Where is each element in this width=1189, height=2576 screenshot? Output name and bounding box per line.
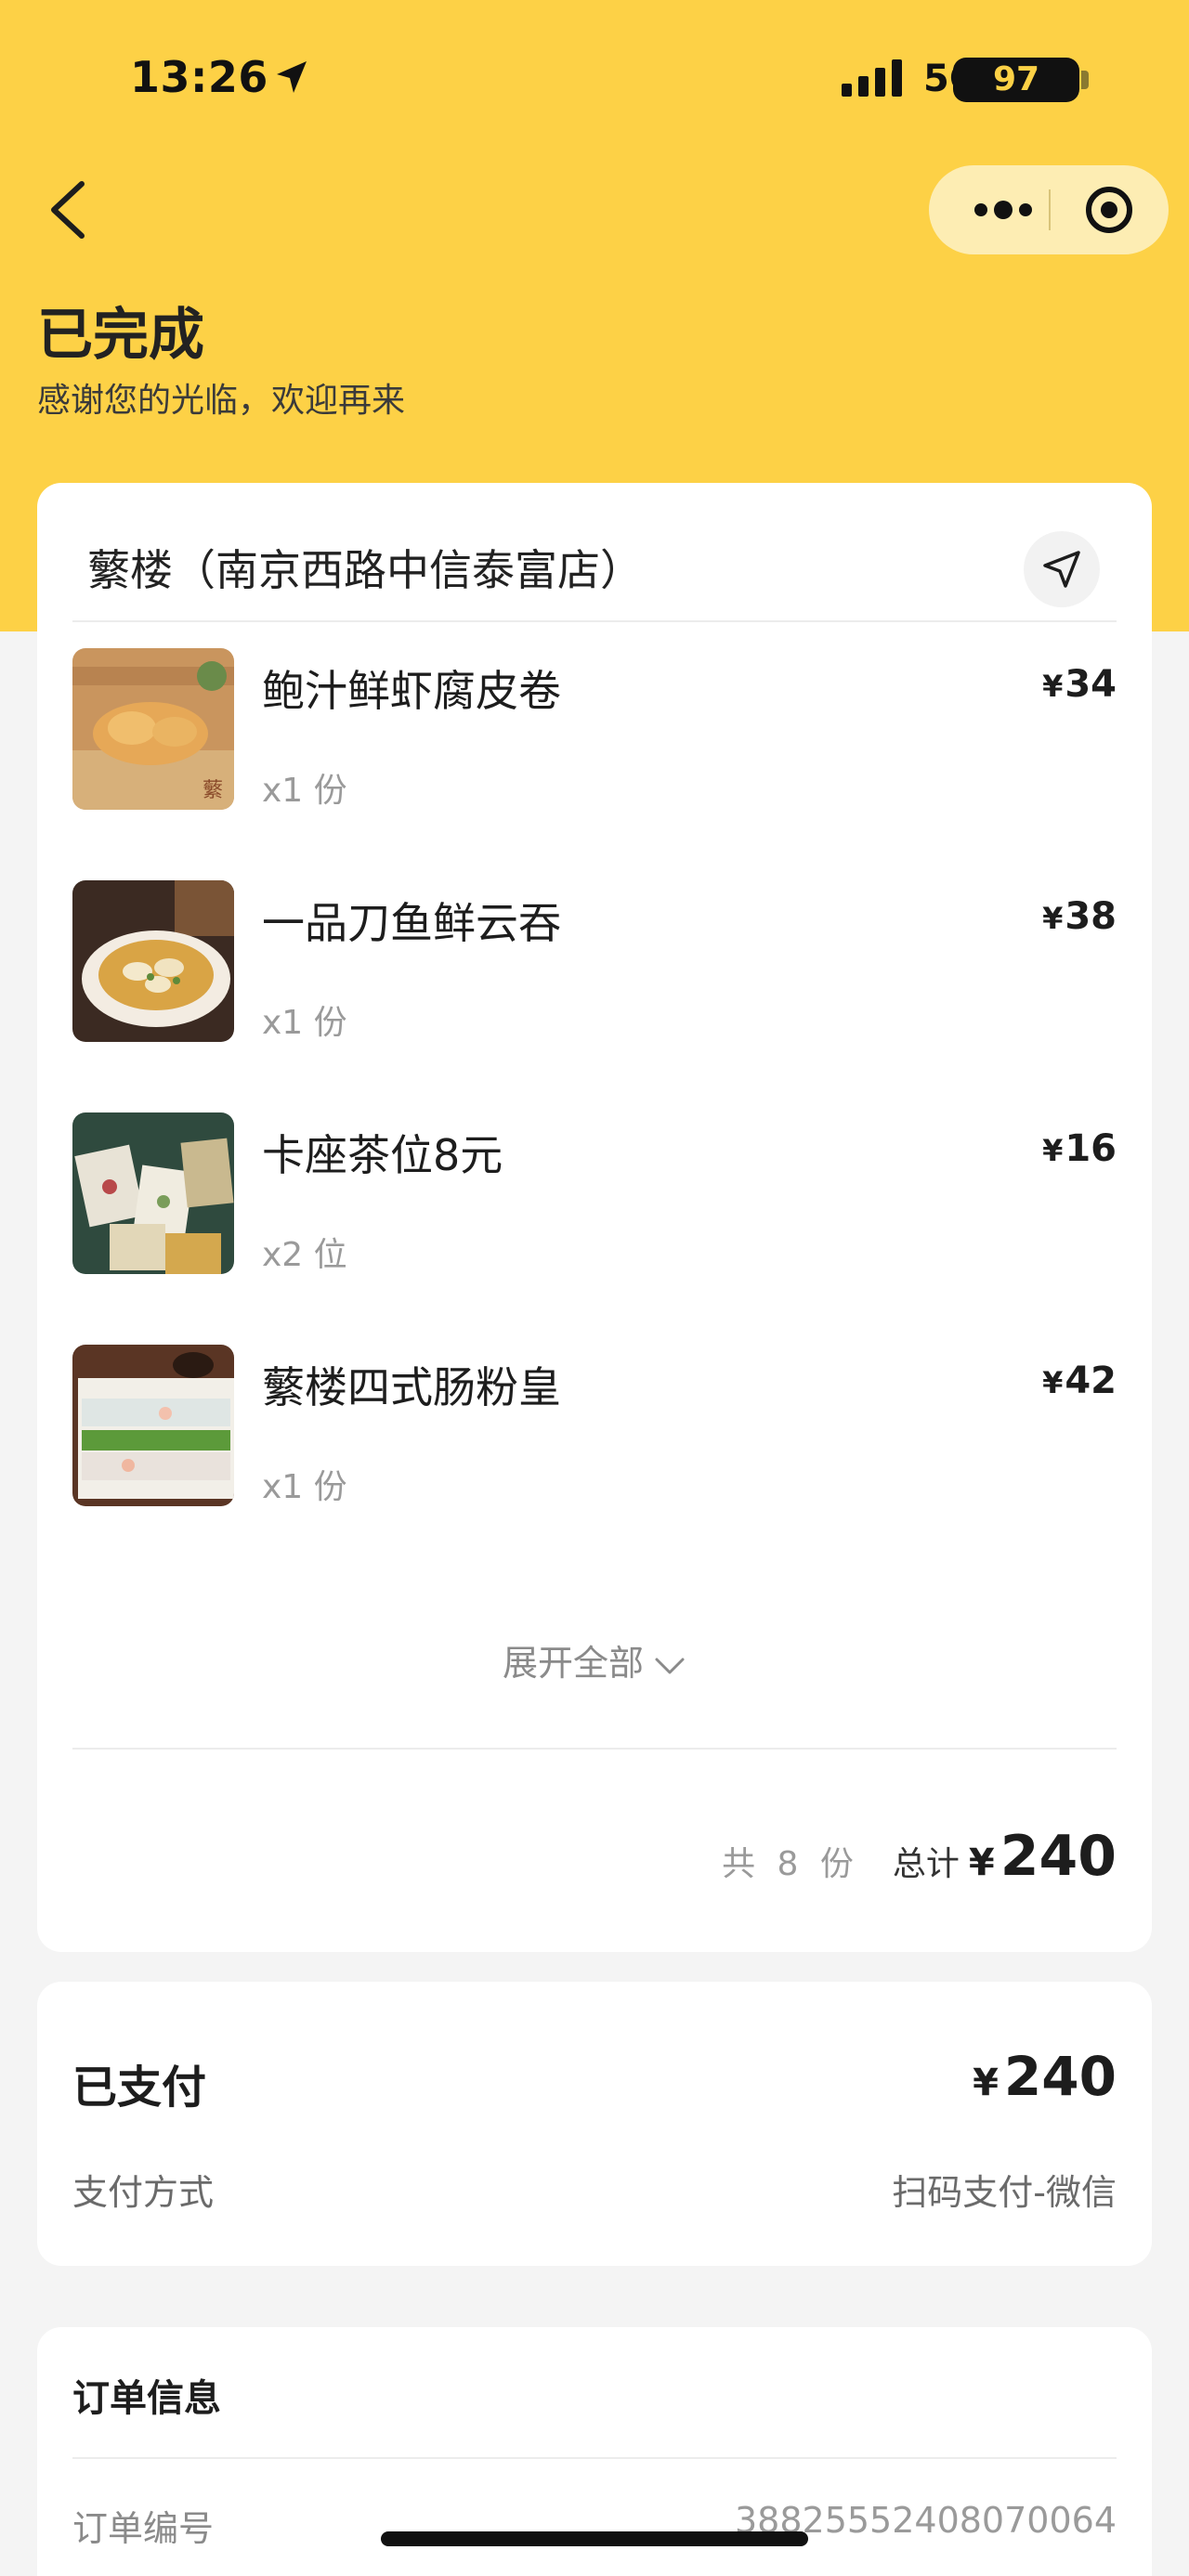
currency-symbol: ¥ <box>1042 901 1064 936</box>
dish-image: 蘩 <box>72 648 234 810</box>
dish-image <box>72 1112 234 1274</box>
back-chevron-icon[interactable] <box>37 173 102 247</box>
item-price-value: 42 <box>1065 1360 1117 1402</box>
store-name[interactable]: 蘩楼（南京西路中信泰富店） <box>87 537 643 598</box>
expand-all-button[interactable]: 展开全部 <box>37 1634 1152 1685</box>
list-item[interactable]: 蘩 鲍汁鲜虾腐皮卷 x1 份 ¥34 <box>72 648 1117 810</box>
order-number-label: 订单编号 <box>72 2508 215 2549</box>
payment-method-label: 支付方式 <box>72 2172 215 2213</box>
order-info-divider <box>72 2457 1117 2459</box>
item-name: 一品刀鱼鲜云吞 <box>262 898 561 948</box>
page-title: 已完成 <box>37 303 204 368</box>
expand-all-label: 展开全部 <box>502 1643 644 1684</box>
paid-amount-value: 240 <box>1003 2045 1117 2108</box>
capsule-separator <box>1049 189 1051 230</box>
dish-image <box>72 880 234 1042</box>
more-dots-icon[interactable] <box>957 165 1050 254</box>
payment-status: 已支付 <box>72 2062 207 2114</box>
location-arrow-icon <box>277 61 307 93</box>
item-quantity: x1 份 <box>262 772 347 810</box>
signal-strength-icon <box>842 59 902 97</box>
summary-divider <box>72 1748 1117 1750</box>
currency-symbol: ¥ <box>1042 1133 1064 1168</box>
payment-method-value: 扫码支付-微信 <box>892 2172 1117 2213</box>
currency-symbol: ¥ <box>973 2062 999 2104</box>
paid-amount: ¥ 240 <box>973 2045 1117 2108</box>
dish-image <box>72 1345 234 1506</box>
item-price: ¥38 <box>1042 895 1117 938</box>
battery-cap <box>1081 71 1089 89</box>
order-total: 共 8 份 总计 ¥ 240 <box>722 1824 1117 1889</box>
list-item[interactable]: 卡座茶位8元 x2 位 ¥16 <box>72 1112 1117 1274</box>
item-name: 卡座茶位8元 <box>262 1130 503 1180</box>
total-label: 总计 <box>892 1845 960 1883</box>
list-item[interactable]: 蘩楼四式肠粉皇 x1 份 ¥42 <box>72 1345 1117 1506</box>
currency-symbol: ¥ <box>1042 1365 1064 1400</box>
payment-card: 已支付 ¥ 240 支付方式 扫码支付-微信 <box>37 1982 1152 2266</box>
total-amount: 240 <box>1000 1824 1117 1889</box>
navigate-button[interactable] <box>1024 531 1100 607</box>
item-count: 共 8 份 <box>722 1845 859 1883</box>
order-detail-page: 13:26 5G 97 已完成 感谢您的光临，欢迎再来 蘩楼（南京西路中信泰富店… <box>0 0 1189 2576</box>
item-price: ¥34 <box>1042 663 1117 706</box>
item-price: ¥42 <box>1042 1360 1117 1402</box>
page-subtitle: 感谢您的光临，欢迎再来 <box>37 382 406 420</box>
svg-text:蘩: 蘩 <box>203 779 223 802</box>
order-info-title: 订单信息 <box>72 2377 221 2420</box>
currency-symbol: ¥ <box>968 1841 995 1884</box>
item-name: 蘩楼四式肠粉皇 <box>262 1362 561 1412</box>
home-indicator[interactable] <box>381 2531 808 2546</box>
item-quantity: x1 份 <box>262 1468 347 1506</box>
item-price-value: 34 <box>1065 663 1117 706</box>
battery-indicator: 97 <box>953 58 1079 102</box>
order-items-card: 蘩楼（南京西路中信泰富店） 蘩 鲍汁鲜虾腐皮卷 x1 份 ¥34 一品刀鱼鲜云吞… <box>37 483 1152 1952</box>
currency-symbol: ¥ <box>1042 669 1064 704</box>
close-target-icon[interactable] <box>1068 165 1161 254</box>
list-item[interactable]: 一品刀鱼鲜云吞 x1 份 ¥38 <box>72 880 1117 1042</box>
chevron-down-icon <box>655 1658 685 1673</box>
mini-program-capsule <box>929 165 1169 254</box>
item-price-value: 16 <box>1065 1127 1117 1170</box>
navigation-arrow-icon <box>1043 551 1080 588</box>
store-divider <box>72 620 1117 622</box>
item-name: 鲍汁鲜虾腐皮卷 <box>262 666 561 716</box>
item-quantity: x1 份 <box>262 1004 347 1042</box>
item-quantity: x2 位 <box>262 1236 347 1274</box>
item-price: ¥16 <box>1042 1127 1117 1170</box>
status-time: 13:26 <box>130 52 268 102</box>
item-price-value: 38 <box>1065 895 1117 938</box>
